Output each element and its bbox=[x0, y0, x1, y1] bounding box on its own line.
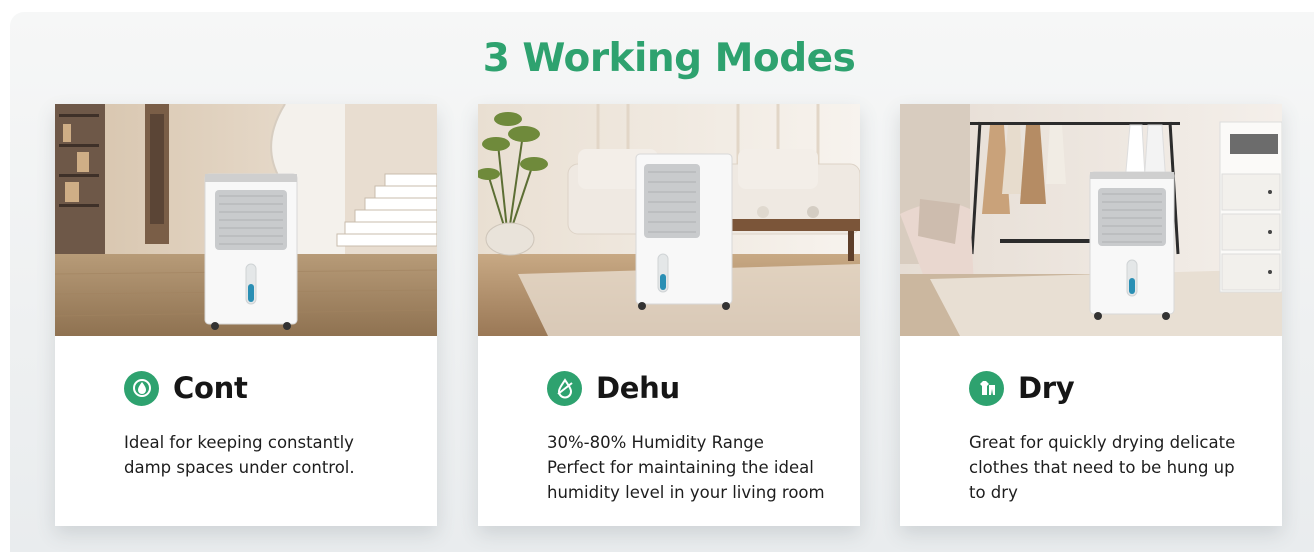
wardrobe-dehumidifier-photo bbox=[900, 104, 1282, 336]
mode-description-cont: Ideal for keeping constantly damp spaces… bbox=[124, 430, 424, 480]
hanging-clothes-icon bbox=[969, 370, 1004, 406]
living-room-dehumidifier-photo bbox=[478, 104, 860, 336]
mode-heading-cont: Cont bbox=[124, 370, 248, 406]
description-line: Ideal for keeping constantly bbox=[124, 433, 354, 452]
description-line: 30%-80% Humidity Range bbox=[547, 433, 764, 452]
mode-heading-dry: Dry bbox=[969, 370, 1075, 406]
mode-name-cont: Cont bbox=[173, 371, 248, 405]
description-line: damp spaces under control. bbox=[124, 458, 355, 477]
description-line: Perfect for maintaining the ideal bbox=[547, 458, 814, 477]
mode-description-dry: Great for quickly drying delicate clothe… bbox=[969, 430, 1269, 505]
description-line: Great for quickly drying delicate bbox=[969, 433, 1236, 452]
mode-card-dehu: Dehu 30%-80% Humidity Range Perfect for … bbox=[478, 104, 860, 526]
mode-heading-dehu: Dehu bbox=[547, 370, 680, 406]
mode-card-cont: Cont Ideal for keeping constantly damp s… bbox=[55, 104, 437, 526]
description-line: to dry bbox=[969, 483, 1018, 502]
continuous-drain-icon bbox=[124, 370, 159, 406]
description-line: clothes that need to be hung up bbox=[969, 458, 1235, 477]
mode-card-dry: Dry Great for quickly drying delicate cl… bbox=[900, 104, 1282, 526]
mode-name-dry: Dry bbox=[1018, 371, 1075, 405]
section-title: 3 Working Modes bbox=[482, 36, 856, 81]
water-drop-icon bbox=[547, 370, 582, 406]
description-line: humidity level in your living room bbox=[547, 483, 825, 502]
mode-name-dehu: Dehu bbox=[596, 371, 680, 405]
hallway-dehumidifier-photo bbox=[55, 104, 437, 336]
mode-description-dehu: 30%-80% Humidity Range Perfect for maint… bbox=[547, 430, 847, 505]
